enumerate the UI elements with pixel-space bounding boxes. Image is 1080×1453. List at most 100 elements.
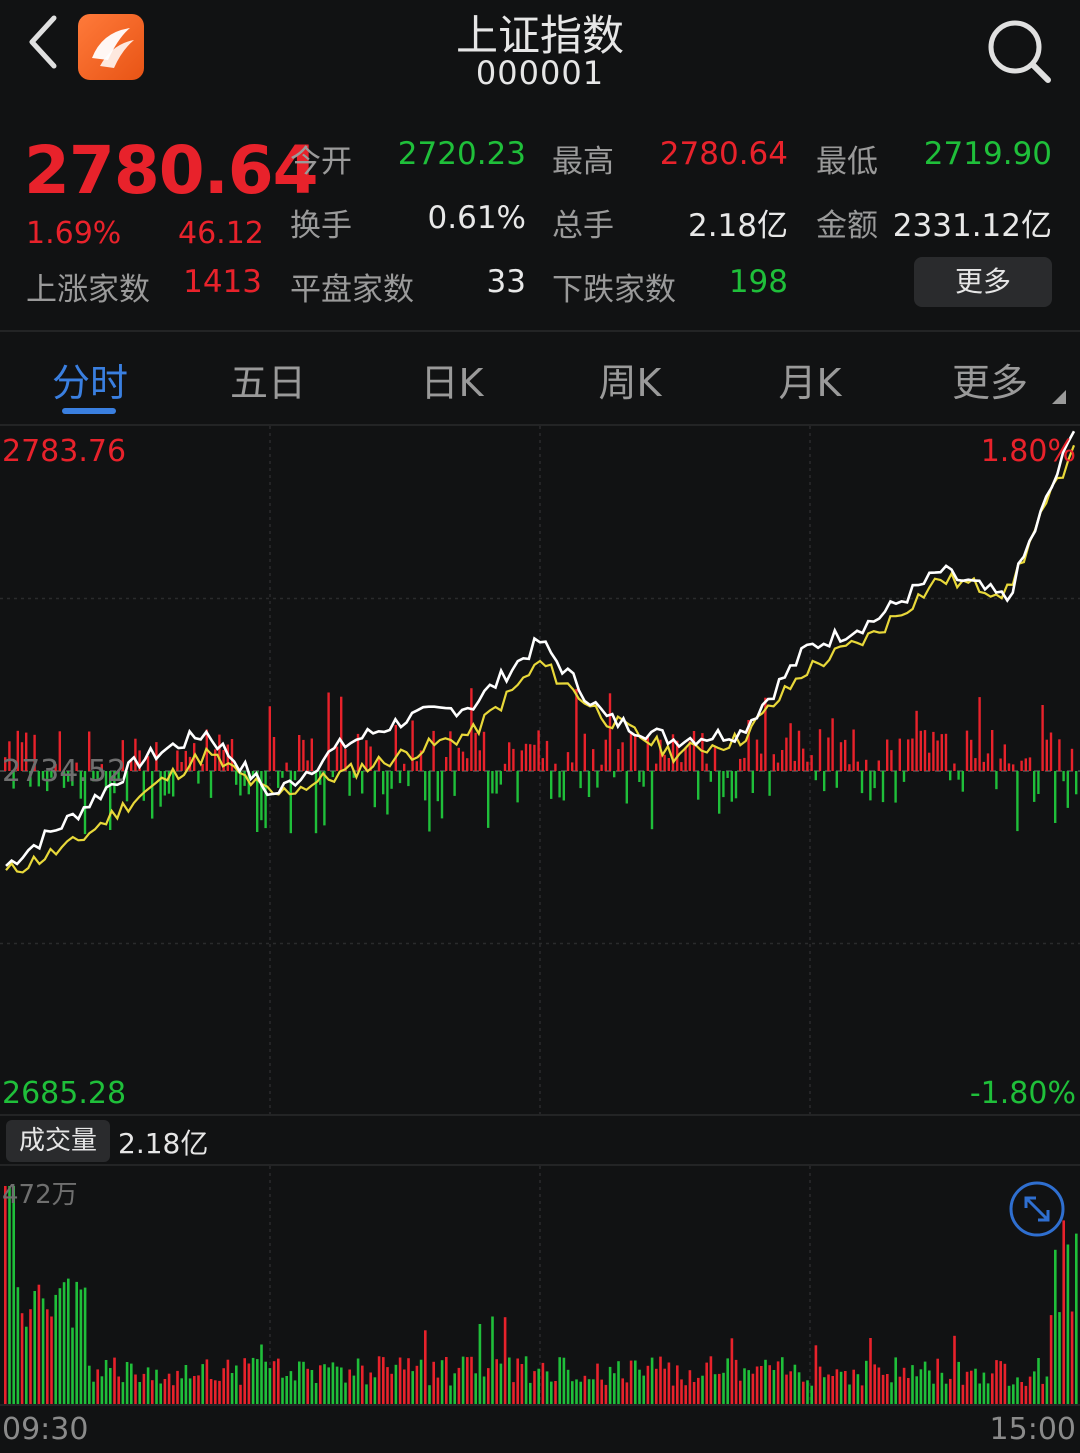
breadth-bar-down (390, 771, 393, 789)
volume-bar-up (142, 1373, 146, 1406)
tab-intraday[interactable]: 分时 (30, 352, 150, 408)
volume-bar-up (390, 1373, 393, 1406)
volume-bar-down (726, 1358, 729, 1406)
volume-bar-up (692, 1382, 696, 1406)
volume-bar-up (398, 1357, 402, 1406)
breadth-bar-up (877, 760, 880, 771)
search-icon (988, 20, 1051, 83)
volume-bar-up (533, 1371, 536, 1406)
breadth-bar-up (130, 761, 133, 771)
volume-bar-up (167, 1373, 171, 1406)
volume-bar-down (453, 1373, 456, 1406)
volume-bar-up (432, 1361, 435, 1406)
volume-bar-up (1020, 1382, 1023, 1406)
volume-bar-down (932, 1383, 935, 1406)
breadth-bar-up (634, 734, 637, 771)
volume-bar-up (407, 1358, 410, 1406)
volume-bar-down (575, 1379, 578, 1406)
breadth-bar-up (394, 725, 397, 771)
tab-daily-k[interactable]: 日K (392, 352, 512, 408)
breadth-bar-down (428, 771, 431, 832)
breadth-bar-up (608, 693, 612, 771)
volume-bar-down (180, 1378, 183, 1406)
volume-bar-down (83, 1287, 87, 1406)
volume-bar-down (16, 1287, 20, 1406)
volume-bar-up (512, 1382, 515, 1406)
breadth-bar-up (629, 732, 633, 771)
volume-bar-up (818, 1366, 822, 1406)
volume-bar-up (424, 1330, 427, 1406)
volume-bar-up (583, 1375, 587, 1406)
breadth-bar-down (768, 771, 771, 796)
breadth-bar-up (680, 762, 683, 771)
volume-bar-down (41, 1298, 45, 1406)
volume-bar-up (277, 1358, 280, 1406)
breadth-bar-down (961, 771, 964, 792)
current-price: 2780.64 (24, 132, 319, 209)
breadth-bar-up (970, 739, 973, 771)
breadth-bar-down (726, 771, 729, 778)
breadth-bar-up (302, 739, 305, 771)
breadth-bar-up (1058, 739, 1061, 771)
volume-bar-up (697, 1377, 700, 1406)
breadth-bar-up (533, 744, 536, 771)
breadth-bar-up (327, 692, 330, 771)
volume-indicator-button[interactable]: 成交量 (6, 1120, 110, 1162)
back-button[interactable] (18, 14, 70, 84)
search-button[interactable] (984, 16, 1054, 86)
breadth-bar-up (810, 755, 813, 771)
low-value: 2719.90 (923, 136, 1052, 172)
tab-more[interactable]: 更多 (930, 352, 1050, 408)
breadth-bar-up (852, 729, 855, 771)
volume-bar-up (403, 1369, 406, 1406)
volume-chart[interactable] (0, 1166, 1080, 1406)
breadth-bar-up (411, 720, 414, 771)
breadth-bar-down (499, 771, 502, 785)
breadth-bar-up (667, 758, 670, 771)
volume-bar-down (268, 1368, 272, 1406)
volume-bar-up (961, 1384, 965, 1406)
volume-bar-up (4, 1186, 7, 1406)
tab-five-day[interactable]: 五日 (208, 352, 328, 408)
more-quote-button[interactable]: 更多 (914, 257, 1052, 307)
pct-axis-top-label: 1.80% (980, 434, 1076, 469)
breadth-bar-up (827, 737, 830, 771)
volume-bar-down (1016, 1377, 1019, 1406)
volume-bar-down (1054, 1249, 1057, 1406)
breadth-bar-up (474, 732, 477, 771)
breadth-bar-down (293, 771, 297, 781)
volume-bar-down (235, 1365, 238, 1406)
volume-bar-down (764, 1359, 767, 1406)
fullscreen-button[interactable] (1008, 1180, 1066, 1238)
volume-bar-up (999, 1361, 1002, 1406)
breadth-bar-up (936, 740, 939, 771)
breadth-bar-down (436, 771, 439, 802)
volume-bar-down (1012, 1384, 1015, 1406)
turnover-label: 换手 (290, 208, 352, 244)
volume-bar-up (1003, 1363, 1007, 1406)
volume-bar-down (982, 1372, 986, 1406)
breadth-bar-up (520, 750, 523, 771)
volume-bar-up (1024, 1385, 1028, 1406)
volume-bar-down (92, 1381, 95, 1406)
volume-bar-up (541, 1362, 545, 1406)
intraday-price-chart[interactable] (0, 426, 1080, 1116)
volume-bar-down (314, 1383, 318, 1406)
volume-bar-up (37, 1284, 41, 1406)
tab-monthly-k[interactable]: 月K (750, 352, 870, 408)
volume-bar-up (831, 1376, 834, 1406)
breadth-bar-up (919, 730, 922, 771)
volume-bar-down (474, 1373, 477, 1406)
volume-bar-down (923, 1361, 927, 1406)
volume-bar-up (827, 1374, 830, 1406)
breadth-bar-up (621, 742, 624, 771)
breadth-bar-up (218, 734, 221, 771)
breadth-bar-down (398, 771, 402, 784)
volume-bar-up (835, 1369, 839, 1406)
flat-count-label: 平盘家数 (290, 272, 414, 308)
breadth-bar-down (125, 771, 129, 802)
divider (0, 330, 1080, 332)
open-label: 今开 (290, 144, 352, 180)
tab-weekly-k[interactable]: 周K (570, 352, 690, 408)
volume-bar-down (944, 1383, 948, 1406)
